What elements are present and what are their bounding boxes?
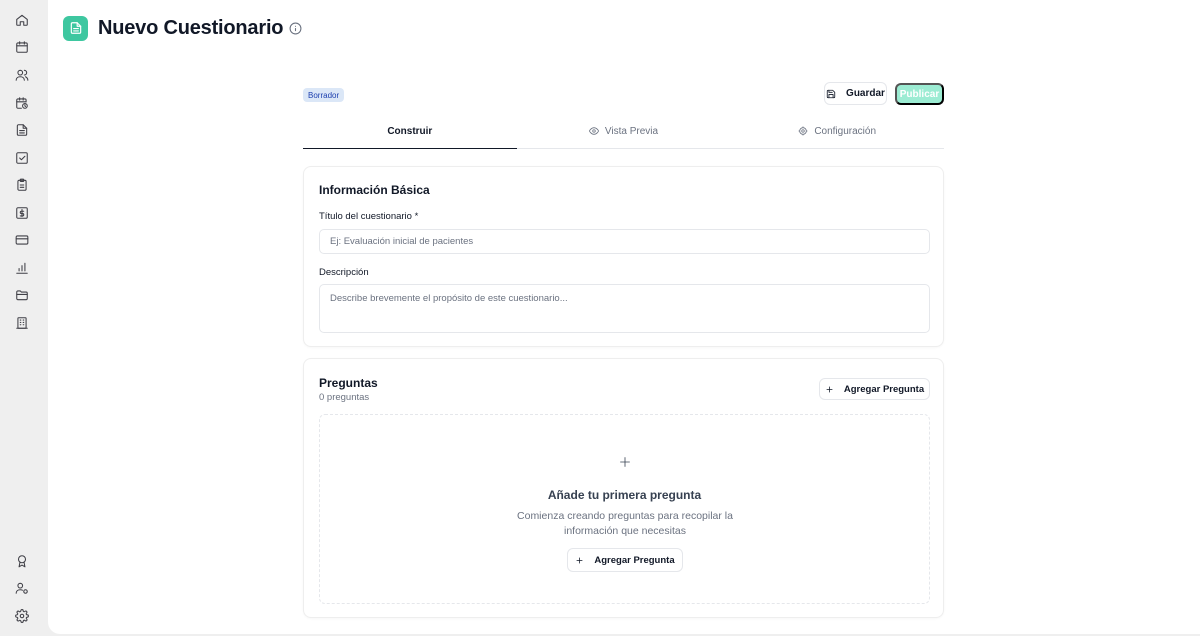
- checkbox-icon[interactable]: [14, 150, 30, 166]
- credit-card-icon[interactable]: [14, 232, 30, 248]
- description-textarea[interactable]: Describe brevemente el propósito de este…: [319, 284, 930, 333]
- tab-label: Configuración: [814, 125, 877, 137]
- tab-construir[interactable]: Construir: [303, 114, 517, 149]
- info-icon[interactable]: [289, 22, 302, 35]
- gear-icon[interactable]: [14, 608, 30, 624]
- title-field-label: Título del cuestionario *: [319, 211, 419, 222]
- main-panel: Nuevo Cuestionario Borrador Guardar Publ…: [48, 0, 1200, 634]
- page-title: Nuevo Cuestionario: [98, 16, 284, 39]
- page-header: Nuevo Cuestionario: [63, 15, 302, 41]
- questions-card: Preguntas 0 preguntas Agregar Pregunta A…: [303, 358, 944, 618]
- questions-count: 0 preguntas: [319, 392, 370, 403]
- basic-info-card: Información Básica Título del cuestionar…: [303, 166, 944, 347]
- empty-state: Añade tu primera pregunta Comienza crean…: [319, 414, 930, 604]
- award-icon[interactable]: [14, 553, 30, 569]
- dollar-icon[interactable]: [14, 205, 30, 221]
- tab-configuracion[interactable]: Configuración: [730, 114, 944, 148]
- tab-label: Vista Previa: [604, 125, 659, 137]
- save-button[interactable]: Guardar: [824, 82, 887, 105]
- plus-icon: [826, 386, 833, 392]
- description-field-label: Descripción: [319, 267, 369, 278]
- calendar-clock-icon[interactable]: [14, 95, 30, 111]
- questions-title: Preguntas: [319, 376, 378, 390]
- user-settings-icon[interactable]: [14, 580, 30, 596]
- title-input[interactable]: Ej: Evaluación inicial de pacientes: [319, 229, 930, 254]
- publish-button[interactable]: Publicar: [895, 83, 944, 105]
- tab-bar: Construir Vista Previa Configuración: [303, 114, 944, 149]
- plus-icon: [619, 455, 631, 467]
- sidebar: [0, 0, 45, 636]
- folder-icon[interactable]: [14, 287, 30, 303]
- document-icon[interactable]: [14, 122, 30, 138]
- save-button-label: Guardar: [846, 88, 885, 99]
- document-icon: [63, 15, 88, 41]
- bar-chart-icon[interactable]: [14, 260, 30, 276]
- calendar-icon[interactable]: [14, 39, 30, 55]
- empty-state-title: Añade tu primera pregunta: [547, 488, 702, 502]
- gear-icon: [798, 126, 808, 136]
- tab-vista-previa[interactable]: Vista Previa: [517, 114, 731, 148]
- save-icon: [826, 89, 836, 98]
- basic-info-title: Información Básica: [319, 183, 430, 197]
- users-icon[interactable]: [14, 67, 30, 83]
- tab-label: Construir: [387, 125, 433, 137]
- add-first-question-label: Agregar Pregunta: [594, 554, 675, 566]
- eye-icon: [588, 127, 599, 135]
- add-first-question-button[interactable]: Agregar Pregunta: [567, 548, 683, 572]
- home-icon[interactable]: [14, 12, 30, 28]
- add-question-button[interactable]: Agregar Pregunta: [819, 378, 930, 400]
- status-badge: Borrador: [303, 88, 345, 102]
- empty-state-description: Comienza creando preguntas para recopila…: [517, 510, 733, 537]
- plus-icon: [576, 557, 583, 563]
- add-question-label: Agregar Pregunta: [843, 383, 925, 395]
- clipboard-icon[interactable]: [14, 177, 30, 193]
- building-icon[interactable]: [14, 315, 30, 331]
